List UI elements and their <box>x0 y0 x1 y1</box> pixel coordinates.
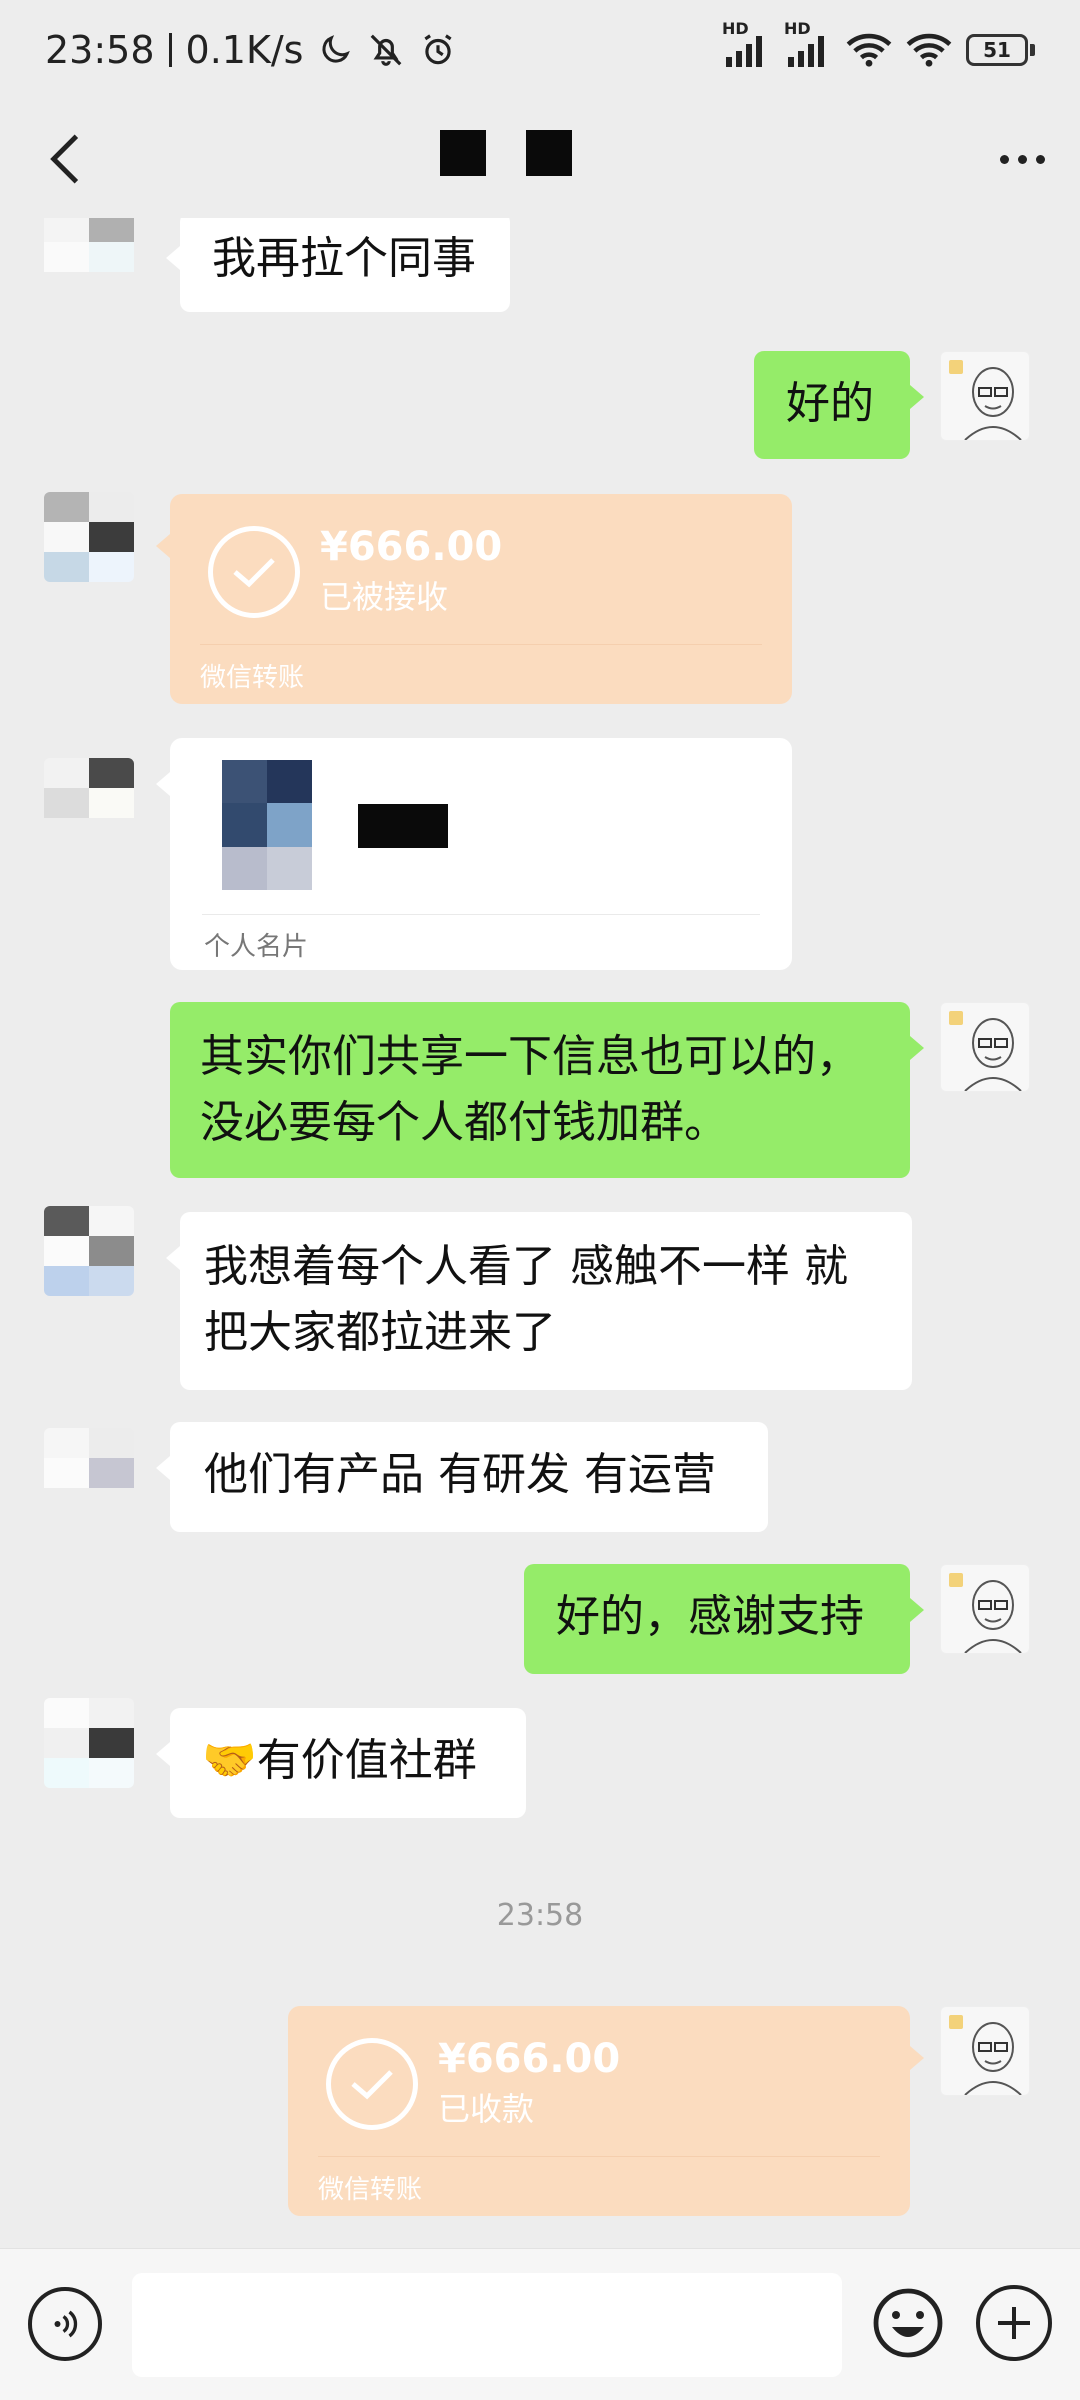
check-circle-icon <box>326 2038 418 2130</box>
message-text: 好的，感谢支持 <box>556 1591 864 1642</box>
back-button[interactable] <box>35 129 95 189</box>
contact-card-message[interactable]: 个人名片 <box>156 738 792 970</box>
message-text: 有价值社群 <box>256 1735 477 1786</box>
battery-icon: 51 <box>966 34 1035 66</box>
battery-level: 51 <box>966 34 1028 66</box>
wifi-icon <box>846 33 892 67</box>
my-avatar[interactable] <box>940 1564 1030 1654</box>
check-circle-icon <box>208 526 300 618</box>
more-options-button[interactable] <box>1000 129 1045 189</box>
status-time: 23:58 <box>45 28 155 72</box>
more-dots-icon <box>1000 154 1009 164</box>
my-avatar[interactable] <box>940 351 1030 441</box>
message-bubble[interactable]: 我想着每个人看了 感触不一样 就 把大家都拉进来了 <box>166 1212 912 1390</box>
avatar[interactable] <box>44 492 134 582</box>
message-bubble[interactable]: 好的，感谢支持 <box>524 1564 924 1674</box>
contact-card-label: 个人名片 <box>204 932 309 962</box>
status-bar: 23:58 0.1K/s HD HD 51 <box>0 0 1080 100</box>
chevron-left-icon <box>50 134 79 184</box>
chat-title-redacted <box>440 130 572 176</box>
my-avatar[interactable] <box>940 2006 1030 2096</box>
transfer-footer: 微信转账 <box>200 663 305 693</box>
transfer-amount: ¥666.00 <box>438 2036 621 2082</box>
transfer-message[interactable]: ¥666.00 已被接收 微信转账 <box>156 494 792 704</box>
mute-icon <box>367 31 405 69</box>
plus-button[interactable] <box>976 2285 1052 2361</box>
transfer-amount: ¥666.00 <box>320 524 503 570</box>
user-face-icon <box>949 2015 1022 2095</box>
emoji-button[interactable] <box>870 2285 946 2361</box>
message-input[interactable] <box>132 2273 842 2377</box>
message-bubble[interactable]: 好的 <box>754 351 924 459</box>
message-text-line: 我想着每个人看了 感触不一样 就 <box>204 1241 848 1292</box>
user-face-icon <box>949 1011 1022 1091</box>
avatar[interactable] <box>44 1698 134 1788</box>
handshake-emoji: 🤝 <box>202 1735 257 1786</box>
message-text-line: 其实你们共享一下信息也可以的， <box>200 1031 860 1082</box>
transfer-status: 已收款 <box>438 2090 535 2128</box>
wifi-icon <box>906 33 952 67</box>
signal-icon: HD <box>722 19 770 67</box>
message-text: 他们有产品 有研发 有运营 <box>204 1449 716 1500</box>
message-text-line: 没必要每个人都付钱加群。 <box>200 1097 728 1148</box>
transfer-status: 已被接收 <box>320 578 449 616</box>
transfer-footer: 微信转账 <box>318 2175 423 2205</box>
status-divider <box>168 33 172 67</box>
redaction-block <box>440 130 486 176</box>
status-left: 23:58 0.1K/s <box>45 28 457 72</box>
message-text-line: 把大家都拉进来了 <box>204 1307 556 1358</box>
nav-bar <box>0 100 1080 218</box>
signal-icon: HD <box>784 19 832 67</box>
network-speed: 0.1K/s <box>185 28 304 72</box>
signal-hd-label: HD <box>722 19 749 38</box>
chat-message-list[interactable]: 我再拉个同事 好的 ¥666.00 已被接收 微信转账 个人名片 其实你们共享一… <box>0 218 1080 2248</box>
input-bar <box>0 2248 1080 2400</box>
message-bubble[interactable]: 我再拉个同事 <box>166 218 510 312</box>
message-text: 我再拉个同事 <box>212 233 476 284</box>
contact-photo <box>222 760 312 890</box>
time-label: 23:58 <box>496 1898 584 1933</box>
transfer-message[interactable]: ¥666.00 已收款 微信转账 <box>288 2006 924 2216</box>
contact-name-redacted <box>358 804 448 848</box>
signal-hd-label: HD <box>784 19 811 38</box>
plus-icon <box>998 2307 1030 2339</box>
avatar[interactable] <box>44 218 134 302</box>
user-face-icon <box>949 1573 1022 1653</box>
alarm-icon <box>419 31 457 69</box>
message-text: 好的 <box>786 378 874 429</box>
my-avatar[interactable] <box>940 1002 1030 1092</box>
emoji-icon <box>873 2288 943 2358</box>
message-bubble[interactable]: 他们有产品 有研发 有运营 <box>156 1422 768 1532</box>
voice-button[interactable] <box>28 2287 102 2361</box>
voice-icon <box>54 2310 78 2338</box>
avatar[interactable] <box>44 758 134 848</box>
redaction-block <box>526 130 572 176</box>
user-face-icon <box>949 360 1022 440</box>
status-right: HD HD 51 <box>722 19 1035 67</box>
moon-icon <box>317 32 353 68</box>
message-bubble[interactable]: 其实你们共享一下信息也可以的， 没必要每个人都付钱加群。 <box>170 1002 924 1178</box>
avatar[interactable] <box>44 1428 134 1518</box>
message-bubble[interactable]: 🤝有价值社群 <box>156 1708 526 1818</box>
avatar[interactable] <box>44 1206 134 1296</box>
